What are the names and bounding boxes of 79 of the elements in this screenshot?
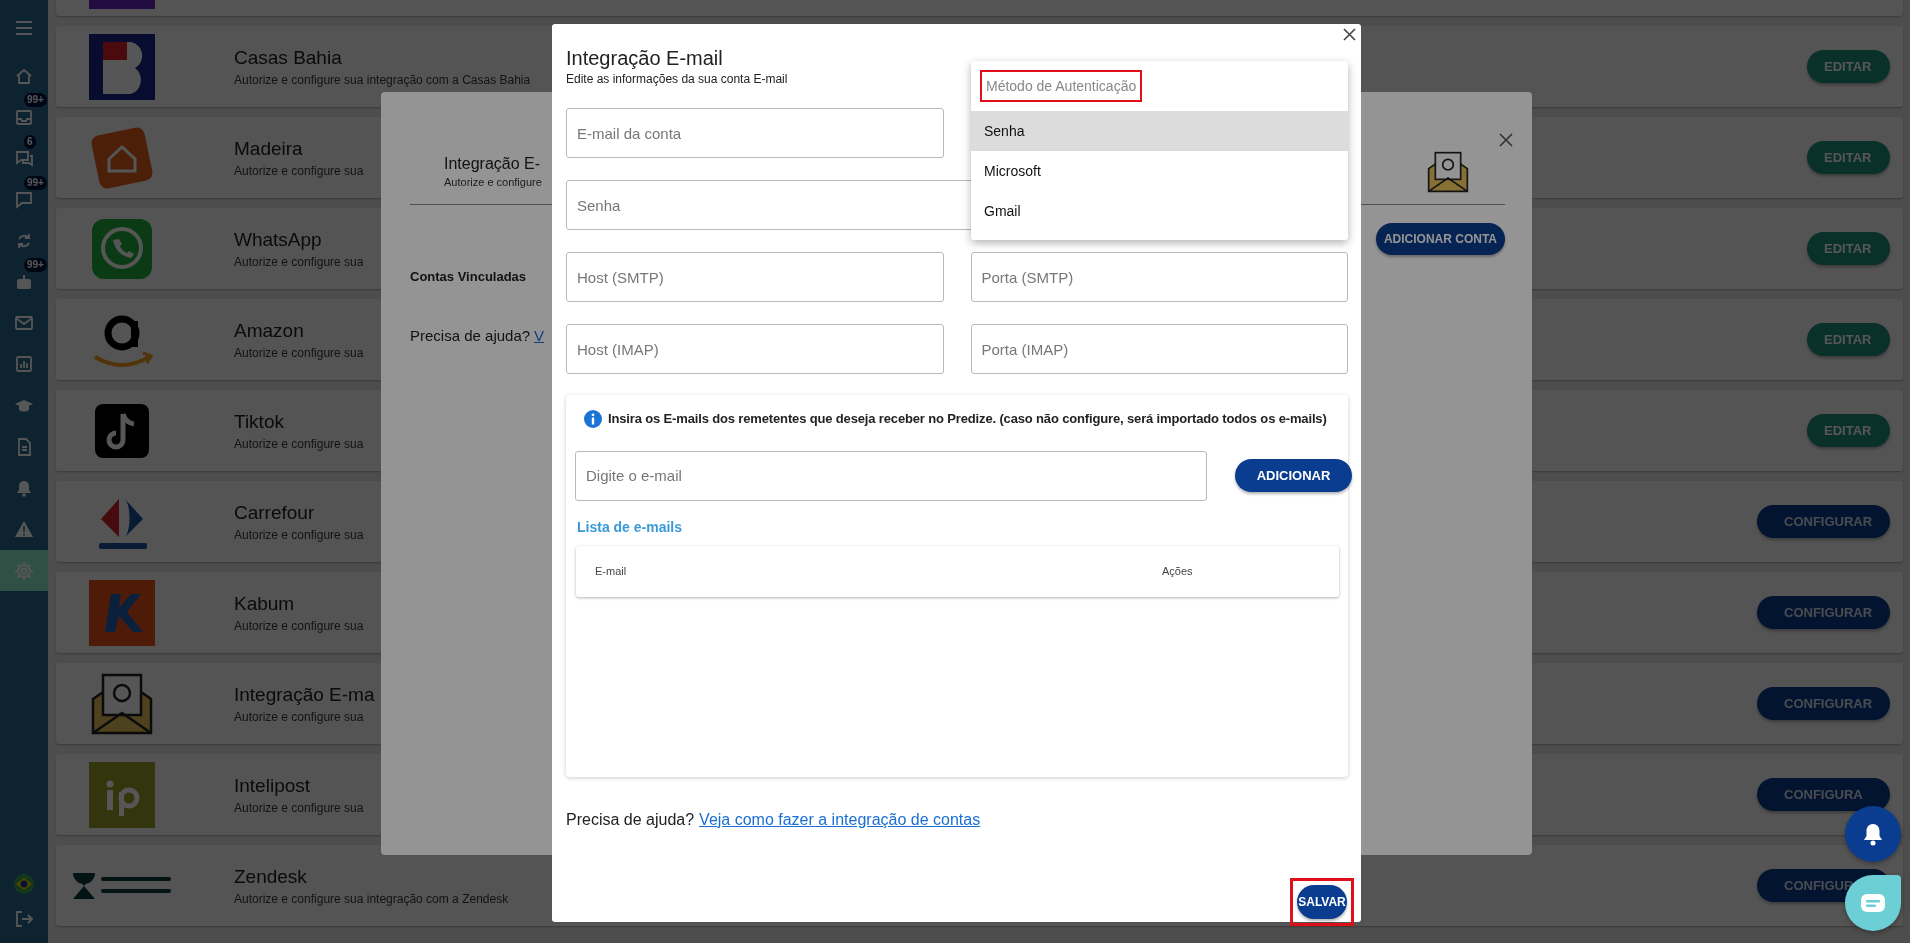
save-button[interactable]: SALVAR: [1297, 885, 1347, 919]
integration-title: Amazon: [234, 318, 304, 343]
logo-icon: [89, 33, 155, 100]
chart-icon: [14, 354, 34, 375]
text-field[interactable]: Host (SMTP): [566, 252, 944, 302]
flag-icon[interactable]: [13, 873, 35, 895]
close-icon[interactable]: [1343, 28, 1356, 41]
integration-title: Casas Bahia: [234, 45, 342, 70]
warning-icon: [14, 519, 34, 540]
logo-icon: [89, 0, 155, 9]
edit-button[interactable]: EDITAR: [1807, 50, 1890, 83]
text-field[interactable]: Host (IMAP): [566, 324, 944, 374]
help-text: Precisa de ajuda?: [410, 325, 531, 346]
envelope-icon: [1426, 150, 1470, 194]
logo-icon: [89, 761, 155, 828]
menu-heading: Método de Autenticação: [986, 78, 1137, 94]
edit-button[interactable]: EDITAR: [1807, 141, 1890, 174]
integration-title: Tiktok: [234, 409, 284, 434]
dialog-title: Integração E-mail: [566, 46, 723, 70]
integration-description: Autorize e configure sua: [234, 435, 364, 452]
integration-description: Autorize e configure sua: [234, 162, 364, 179]
email-input[interactable]: Digite o e-mail: [575, 450, 1207, 501]
settings-icon: [14, 560, 34, 581]
dialog-title: Integração E-: [444, 153, 541, 174]
configure-button[interactable]: CONFIGURAR: [1757, 596, 1890, 629]
edit-button[interactable]: EDITAR: [1807, 414, 1890, 447]
integration-description: Autorize e configure sua: [234, 708, 364, 725]
integration-description: Autorize e configure sua: [234, 799, 364, 816]
help-link[interactable]: V: [534, 324, 545, 347]
column-header: E-mail: [595, 563, 628, 579]
integration-description: Autorize e configure sua: [234, 344, 364, 361]
chat-icon: [14, 148, 34, 169]
configure-button[interactable]: CONFIGURAR: [1757, 687, 1890, 720]
edit-button[interactable]: EDITAR: [1807, 232, 1890, 265]
logo-icon: [89, 579, 155, 646]
badge-count: 6: [24, 134, 36, 149]
section-title: Lista de e-mails: [576, 517, 684, 537]
configure-button[interactable]: CONFIGURA: [1757, 778, 1890, 811]
column-header: Ações: [1162, 563, 1193, 579]
bell-icon: [14, 478, 34, 499]
dialog-subtitle: Autorize e configure: [444, 174, 542, 190]
logout-icon[interactable]: [14, 909, 34, 929]
integration-description: Autorize e configure sua integração com a Zendesk: [234, 890, 509, 907]
text-field[interactable]: Porta (IMAP): [970, 324, 1348, 374]
integration-description: Autorize e configure sua: [234, 617, 364, 634]
integration-title: Intelipost: [234, 773, 311, 798]
help-link[interactable]: Veja como fazer a integração de contas: [699, 811, 981, 828]
info-icon: [584, 409, 602, 428]
sidebar-item[interactable]: [0, 550, 48, 592]
chat-icon: [1860, 893, 1886, 913]
badge-count: 99+: [24, 175, 47, 190]
text-field[interactable]: E-mail da conta: [566, 108, 944, 158]
menu-option[interactable]: Senha: [971, 111, 1348, 151]
close-icon[interactable]: [1498, 132, 1514, 148]
integration-description: Autorize e configure sua: [234, 253, 364, 270]
configure-button[interactable]: CONFIGURAR: [1757, 505, 1890, 538]
integration-title: Carrefour: [234, 500, 315, 525]
sidebar-item[interactable]: 99+: [0, 178, 48, 220]
integration-title: Kabum: [234, 591, 295, 616]
integration-title: Integração E-ma: [234, 682, 375, 707]
text-field[interactable]: Porta (SMTP): [970, 252, 1348, 302]
integration-title: WhatsApp: [234, 227, 322, 252]
menu-option[interactable]: Gmail: [971, 191, 1348, 231]
add-button[interactable]: ADICIONAR: [1235, 459, 1352, 492]
bell-icon: [1862, 822, 1884, 846]
dialog-subtitle: Edite as informações da sua conta E-mail: [566, 72, 788, 87]
add-account-button[interactable]: ADICIONAR CONTA: [1375, 223, 1505, 255]
badge-count: 99+: [24, 258, 47, 273]
info-text: Insira os E-mails dos remetentes que deseja receber no Predize. (caso não configure, será importado todos os e-mails): [608, 410, 1327, 428]
badge-count: 99+: [24, 93, 47, 108]
chat-icon: [14, 189, 34, 210]
integration-title: Madeira: [234, 136, 303, 161]
section-label: Contas Vinculadas: [410, 268, 527, 286]
help-text: Precisa de ajuda?: [566, 811, 695, 828]
sidebar-item[interactable]: 99+: [0, 261, 48, 303]
integration-description: Autorize e configure sua integração com a Casas Bahia: [234, 71, 531, 88]
integration-title: Zendesk: [234, 864, 307, 889]
edit-button[interactable]: EDITAR: [1807, 323, 1890, 356]
integration-description: Autorize e configure sua: [234, 526, 364, 543]
